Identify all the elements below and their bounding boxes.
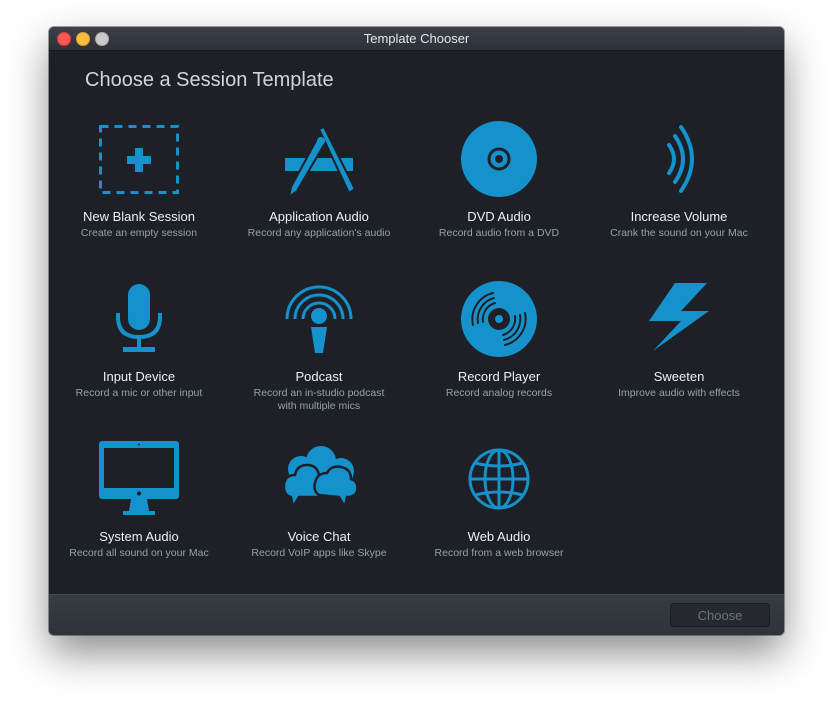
template-title: New Blank Session: [83, 209, 195, 224]
microphone-icon: [99, 279, 179, 359]
template-record-player[interactable]: Record Player Record analog records: [409, 275, 589, 435]
template-title: System Audio: [99, 529, 179, 544]
chat-clouds-icon: [279, 439, 359, 519]
template-title: Record Player: [457, 369, 541, 384]
template-subtitle: Record an in-studio podcast with multipl…: [253, 387, 385, 412]
template-title: Voice Chat: [287, 529, 351, 544]
sound-waves-icon: [639, 119, 719, 199]
lightning-bolt-icon: [639, 279, 719, 359]
template-chooser-window: Template Chooser Choose a Session Templa…: [49, 27, 784, 635]
template-increase-volume[interactable]: Increase Volume Crank the sound on your …: [589, 115, 769, 275]
template-title: Input Device: [102, 369, 176, 384]
globe-icon: [459, 439, 539, 519]
template-input-device[interactable]: Input Device Record a mic or other input: [49, 275, 229, 435]
template-web-audio[interactable]: Web Audio Record from a web browser: [409, 435, 589, 595]
template-title: DVD Audio: [467, 209, 531, 224]
page-heading: Choose a Session Template: [85, 69, 334, 91]
choose-button[interactable]: Choose: [670, 603, 770, 627]
template-subtitle: Record any application's audio: [247, 227, 391, 239]
template-title: Application Audio: [269, 209, 369, 224]
template-subtitle: Improve audio with effects: [618, 387, 740, 399]
template-subtitle: Record from a web browser: [434, 547, 564, 559]
template-system-audio[interactable]: System Audio Record all sound on your Ma…: [49, 435, 229, 595]
footer-bar: Choose: [49, 594, 784, 635]
app-store-icon: [279, 119, 359, 199]
disc-icon: [459, 119, 539, 199]
template-subtitle: Record audio from a DVD: [438, 227, 560, 239]
template-subtitle: Record all sound on your Mac: [69, 547, 209, 559]
template-subtitle: Create an empty session: [80, 227, 198, 239]
template-podcast[interactable]: Podcast Record an in-studio podcast with…: [229, 275, 409, 435]
template-sweeten[interactable]: Sweeten Improve audio with effects: [589, 275, 769, 435]
template-application-audio[interactable]: Application Audio Record any application…: [229, 115, 409, 275]
podcast-icon: [279, 279, 359, 359]
template-voice-chat[interactable]: Voice Chat Record VoIP apps like Skype: [229, 435, 409, 595]
template-title: Web Audio: [467, 529, 531, 544]
template-title: Sweeten: [653, 369, 705, 384]
dashed-plus-icon: [99, 119, 179, 199]
template-subtitle: Record VoIP apps like Skype: [251, 547, 387, 559]
template-title: Increase Volume: [630, 209, 728, 224]
vinyl-record-icon: [459, 279, 539, 359]
template-dvd-audio[interactable]: DVD Audio Record audio from a DVD: [409, 115, 589, 275]
monitor-icon: [99, 439, 179, 519]
template-new-blank-session[interactable]: New Blank Session Create an empty sessio…: [49, 115, 229, 275]
title-bar[interactable]: Template Chooser: [49, 27, 784, 51]
template-subtitle: Record a mic or other input: [75, 387, 203, 399]
template-subtitle: Record analog records: [445, 387, 553, 399]
template-subtitle: Crank the sound on your Mac: [610, 227, 748, 239]
template-title: Podcast: [295, 369, 343, 384]
window-title: Template Chooser: [363, 31, 470, 46]
